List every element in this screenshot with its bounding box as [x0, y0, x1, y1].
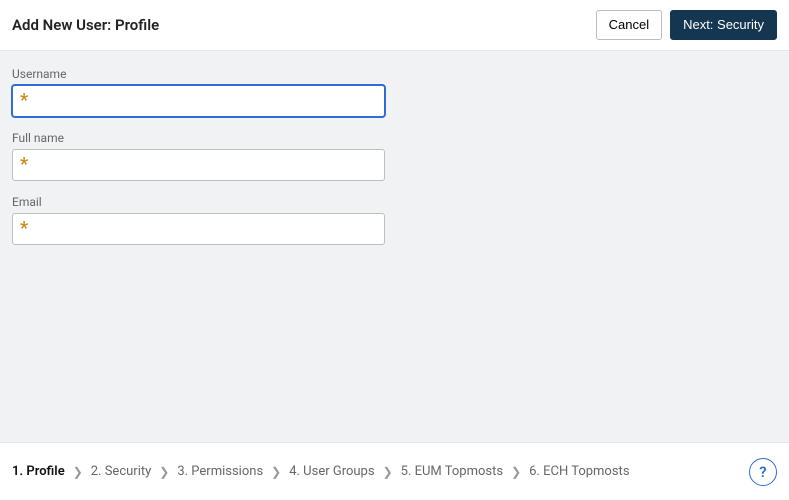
cancel-button[interactable]: Cancel	[596, 10, 662, 40]
email-field-group: Email *	[12, 195, 777, 245]
username-input[interactable]	[12, 85, 385, 117]
next-security-button[interactable]: Next: Security	[670, 10, 777, 40]
step-permissions[interactable]: 3. Permissions	[177, 464, 263, 479]
username-label: Username	[12, 67, 777, 81]
page-title: Add New User: Profile	[12, 16, 159, 34]
step-eum-topmosts[interactable]: 5. EUM Topmosts	[401, 464, 503, 479]
wizard-footer: 1. Profile ❯ 2. Security ❯ 3. Permission…	[0, 442, 789, 500]
chevron-right-icon: ❯	[271, 465, 281, 479]
fullname-label: Full name	[12, 131, 777, 145]
chevron-right-icon: ❯	[511, 465, 521, 479]
email-input[interactable]	[12, 213, 385, 245]
wizard-steps: 1. Profile ❯ 2. Security ❯ 3. Permission…	[12, 464, 630, 479]
header-actions: Cancel Next: Security	[596, 10, 777, 40]
email-input-wrap: *	[12, 213, 385, 245]
chevron-right-icon: ❯	[383, 465, 393, 479]
step-user-groups[interactable]: 4. User Groups	[289, 464, 374, 479]
step-ech-topmosts[interactable]: 6. ECH Topmosts	[529, 464, 629, 479]
username-field-group: Username *	[12, 67, 777, 117]
fullname-input-wrap: *	[12, 149, 385, 181]
step-security[interactable]: 2. Security	[91, 464, 152, 479]
chevron-right-icon: ❯	[73, 465, 83, 479]
form-content: Username * Full name * Email *	[0, 51, 789, 447]
email-label: Email	[12, 195, 777, 209]
username-input-wrap: *	[12, 85, 385, 117]
help-button[interactable]: ?	[749, 458, 777, 486]
dialog-header: Add New User: Profile Cancel Next: Secur…	[0, 0, 789, 51]
fullname-input[interactable]	[12, 149, 385, 181]
fullname-field-group: Full name *	[12, 131, 777, 181]
step-profile[interactable]: 1. Profile	[12, 464, 65, 479]
chevron-right-icon: ❯	[159, 465, 169, 479]
